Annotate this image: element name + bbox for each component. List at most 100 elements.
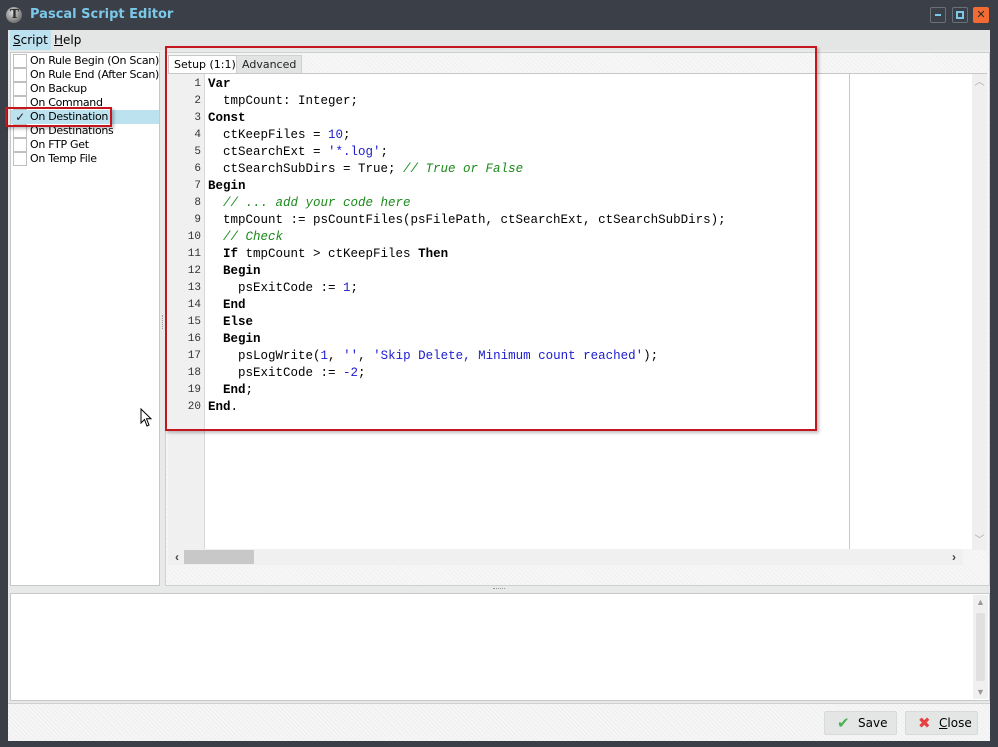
line-number: 1 [194,78,201,90]
title-bar: Pascal Script Editor ✕ [0,0,998,30]
code-line[interactable]: 11 If tmpCount > ctKeepFiles Then [168,246,948,263]
menu-bar: Script Help [8,30,990,50]
event-item[interactable]: On Rule Begin (On Scan) [11,54,159,68]
event-item-label: On Temp File [30,152,97,165]
checkbox[interactable] [13,124,27,138]
checkbox[interactable] [13,96,27,110]
output-scroll-up-icon[interactable]: ▲ [973,597,988,607]
code-text: Begin [223,264,261,278]
menu-help[interactable]: Help [51,30,84,50]
code-text: If tmpCount > ctKeepFiles Then [223,247,449,261]
close-window-button[interactable]: ✕ [973,7,989,23]
editor-vertical-scrollbar[interactable]: ︿ ﹀ [972,74,987,550]
code-text: End; [223,383,254,397]
code-line[interactable]: 9 tmpCount := psCountFiles(psFilePath, c… [168,212,948,229]
code-text: psExitCode := -2; [208,366,366,380]
line-number: 11 [187,248,201,260]
event-item[interactable]: On Rule End (After Scan) [11,68,159,82]
line-number: 5 [194,146,201,158]
code-text: Begin [208,179,246,193]
vertical-splitter[interactable] [162,315,164,329]
code-line[interactable]: 1 Var [168,76,948,93]
code-text: // ... add your code here [223,196,411,210]
maximize-button[interactable] [952,7,968,23]
menu-script[interactable]: Script [10,30,51,50]
tab-advanced[interactable]: Advanced [236,55,303,73]
code-text: Var [208,77,231,91]
line-number: 9 [194,214,201,226]
checkbox[interactable] [13,82,27,96]
event-item[interactable]: On Backup [11,82,159,96]
event-item[interactable]: On Destinations [11,124,159,138]
scroll-right-icon[interactable]: › [947,549,961,565]
checked-checkbox[interactable]: ✓ [13,110,27,124]
code-text: ctSearchExt = '*.log'; [208,145,389,159]
event-item[interactable]: ✓ On Destination [11,110,159,124]
editor-horizontal-scrollbar[interactable]: ‹ › [168,549,963,565]
scroll-left-icon[interactable]: ‹ [170,549,184,565]
line-number: 7 [194,180,201,192]
code-line[interactable]: 5 ctSearchExt = '*.log'; [168,144,948,161]
code-line[interactable]: 14 End [168,297,948,314]
output-scroll-thumb[interactable] [976,613,985,681]
code-line[interactable]: 12 Begin [168,263,948,280]
menu-script-label: cript [20,33,48,47]
code-line[interactable]: 17 psLogWrite(1, '', 'Skip Delete, Minim… [168,348,948,365]
code-line[interactable]: 7 Begin [168,178,948,195]
event-item-label: On Backup [30,82,87,95]
line-number: 6 [194,163,201,175]
minimize-button[interactable] [930,7,946,23]
code-line[interactable]: 3 Const [168,110,948,127]
code-line[interactable]: 4 ctKeepFiles = 10; [168,127,948,144]
code-text: psExitCode := 1; [208,281,359,295]
event-item[interactable]: On Command [11,96,159,110]
code-text: tmpCount: Integer; [208,94,359,108]
event-item[interactable]: On FTP Get [11,138,159,152]
horizontal-splitter[interactable] [493,588,505,590]
checkbox[interactable] [13,152,27,166]
save-button[interactable]: ✔ Save [824,711,897,735]
code-line[interactable]: 15 Else [168,314,948,331]
footer-bar: ✔ Save ✖ Close [8,703,990,741]
code-text: tmpCount := psCountFiles(psFilePath, ctS… [208,213,726,227]
close-x-icon: ✖ [918,714,931,732]
code-line[interactable]: 13 psExitCode := 1; [168,280,948,297]
checkbox[interactable] [13,138,27,152]
event-item-label: On Rule End (After Scan) [30,68,160,81]
code-line[interactable]: 2 tmpCount: Integer; [168,93,948,110]
window-client: Script Help On Rule Begin (On Scan) On Ru… [5,30,990,741]
event-item-label: On Destinations [30,124,114,137]
scroll-down-icon[interactable]: ﹀ [972,534,987,548]
code-line[interactable]: 8 // ... add your code here [168,195,948,212]
code-text: Else [223,315,254,329]
checkbox[interactable] [13,54,27,68]
close-button[interactable]: ✖ Close [905,711,978,735]
close-button-label: Close [939,712,972,734]
event-item[interactable]: On Temp File [11,152,159,166]
code-line[interactable]: 10 // Check [168,229,948,246]
output-scroll-down-icon[interactable]: ▼ [973,687,988,697]
editor-panel: Setup (1:1) Advanced ︿ ﹀ 1 Var 2 tmpCount:… [165,52,990,586]
line-number: 18 [187,367,201,379]
tab-setup[interactable]: Setup (1:1) [168,55,242,73]
checkbox[interactable] [13,68,27,82]
output-log[interactable]: ▲ ▼ [10,593,990,701]
app-logo-icon [6,7,22,23]
code-line[interactable]: 18 psExitCode := -2; [168,365,948,382]
event-list: On Rule Begin (On Scan) On Rule End (Afte… [10,52,160,586]
code-line[interactable]: 20 End. [168,399,948,416]
output-vertical-scrollbar[interactable]: ▲ ▼ [973,595,988,699]
line-number: 16 [187,333,201,345]
line-number: 15 [187,316,201,328]
checkmark-icon: ✔ [837,714,850,732]
scroll-up-icon[interactable]: ︿ [972,76,987,90]
code-line[interactable]: 6 ctSearchSubDirs = True; // True or Fal… [168,161,948,178]
line-number: 17 [187,350,201,362]
code-line[interactable]: 19 End; [168,382,948,399]
code-text: End [223,298,246,312]
horizontal-scroll-thumb[interactable] [184,550,254,564]
code-editor[interactable]: ︿ ﹀ 1 Var 2 tmpCount: Integer; 3 Const 4 ctKe… [168,73,987,550]
menu-help-accel: H [54,33,64,47]
code-line[interactable]: 16 Begin [168,331,948,348]
line-number: 10 [187,231,201,243]
